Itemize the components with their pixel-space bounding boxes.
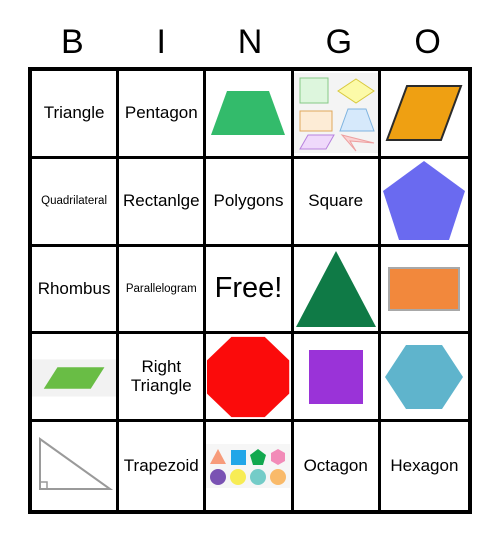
right-triangle-outline-icon bbox=[32, 422, 116, 510]
rectangle-orange-icon bbox=[381, 247, 468, 332]
cell-n1[interactable] bbox=[206, 71, 294, 159]
cell-o1[interactable] bbox=[380, 71, 468, 159]
bingo-grid: Triangle Pentagon Quadrilateral Rectanlg… bbox=[28, 67, 472, 514]
cell-o5[interactable]: Hexagon bbox=[380, 422, 468, 510]
cell-i1[interactable]: Pentagon bbox=[119, 71, 207, 159]
cell-g5[interactable]: Octagon bbox=[293, 422, 381, 510]
cell-n2[interactable]: Polygons bbox=[206, 158, 294, 247]
cell-i4[interactable]: Right Triangle bbox=[119, 334, 207, 423]
header-letter-g: G bbox=[325, 23, 353, 61]
cell-b5[interactable] bbox=[32, 422, 120, 510]
cell-i5[interactable]: Trapezoid bbox=[119, 422, 207, 510]
cell-b2-label: Quadrilateral bbox=[41, 194, 108, 207]
bingo-header-row: B I N G O bbox=[28, 18, 472, 66]
header-letter-n: N bbox=[237, 23, 263, 61]
cell-o4[interactable] bbox=[380, 334, 468, 423]
header-letter-b: B bbox=[61, 23, 84, 61]
parallelogram-green-band-icon bbox=[32, 334, 117, 419]
cell-g2-label: Square bbox=[308, 191, 364, 211]
cell-g1[interactable] bbox=[293, 71, 381, 159]
cell-n4[interactable] bbox=[206, 334, 294, 423]
cell-g3[interactable] bbox=[293, 246, 381, 335]
cell-o2[interactable] bbox=[380, 158, 468, 247]
cell-i5-label: Trapezoid bbox=[123, 455, 199, 475]
cell-b2[interactable]: Quadrilateral bbox=[32, 158, 120, 247]
header-letter-o: O bbox=[414, 23, 441, 61]
cell-o3[interactable] bbox=[380, 246, 468, 335]
cell-n2-label: Polygons bbox=[213, 191, 284, 211]
cell-n3[interactable]: Free! bbox=[206, 246, 294, 335]
hexagon-teal-icon bbox=[381, 334, 468, 419]
cell-i3[interactable]: Parallelogram bbox=[119, 246, 207, 335]
cell-b3-label: Rhombus bbox=[37, 278, 111, 298]
parallelogram-orange-icon bbox=[381, 71, 468, 156]
triangle-darkgreen-icon bbox=[294, 247, 378, 332]
header-letter-i: I bbox=[156, 23, 166, 61]
octagon-red-icon bbox=[206, 334, 290, 419]
small-shape-grid-icon bbox=[206, 422, 291, 510]
cell-g5-label: Octagon bbox=[303, 455, 368, 475]
cell-i2-label: Rectanlge bbox=[123, 191, 200, 211]
cell-i3-label: Parallelogram bbox=[125, 282, 197, 295]
bingo-card: B I N G O Triangle Pentagon Quadrilatera… bbox=[0, 0, 502, 544]
cell-g2[interactable]: Square bbox=[293, 158, 381, 247]
cell-i2[interactable]: Rectanlge bbox=[119, 158, 207, 247]
square-purple-icon bbox=[294, 334, 378, 419]
trapezoid-green-icon bbox=[206, 71, 290, 156]
cell-b4[interactable] bbox=[32, 334, 120, 423]
cell-b3[interactable]: Rhombus bbox=[32, 246, 120, 335]
cell-b1-label: Triangle bbox=[43, 103, 105, 123]
pentagon-blue-icon bbox=[381, 159, 468, 244]
cell-o5-label: Hexagon bbox=[390, 455, 459, 475]
polygon-collection-pastel-icon bbox=[293, 71, 378, 156]
cell-i4-label: Right Triangle bbox=[130, 357, 192, 395]
cell-n5[interactable] bbox=[206, 422, 294, 510]
cell-g4[interactable] bbox=[293, 334, 381, 423]
cell-n3-free-label: Free! bbox=[214, 272, 283, 305]
cell-i1-label: Pentagon bbox=[124, 103, 198, 123]
cell-b1[interactable]: Triangle bbox=[32, 71, 120, 159]
